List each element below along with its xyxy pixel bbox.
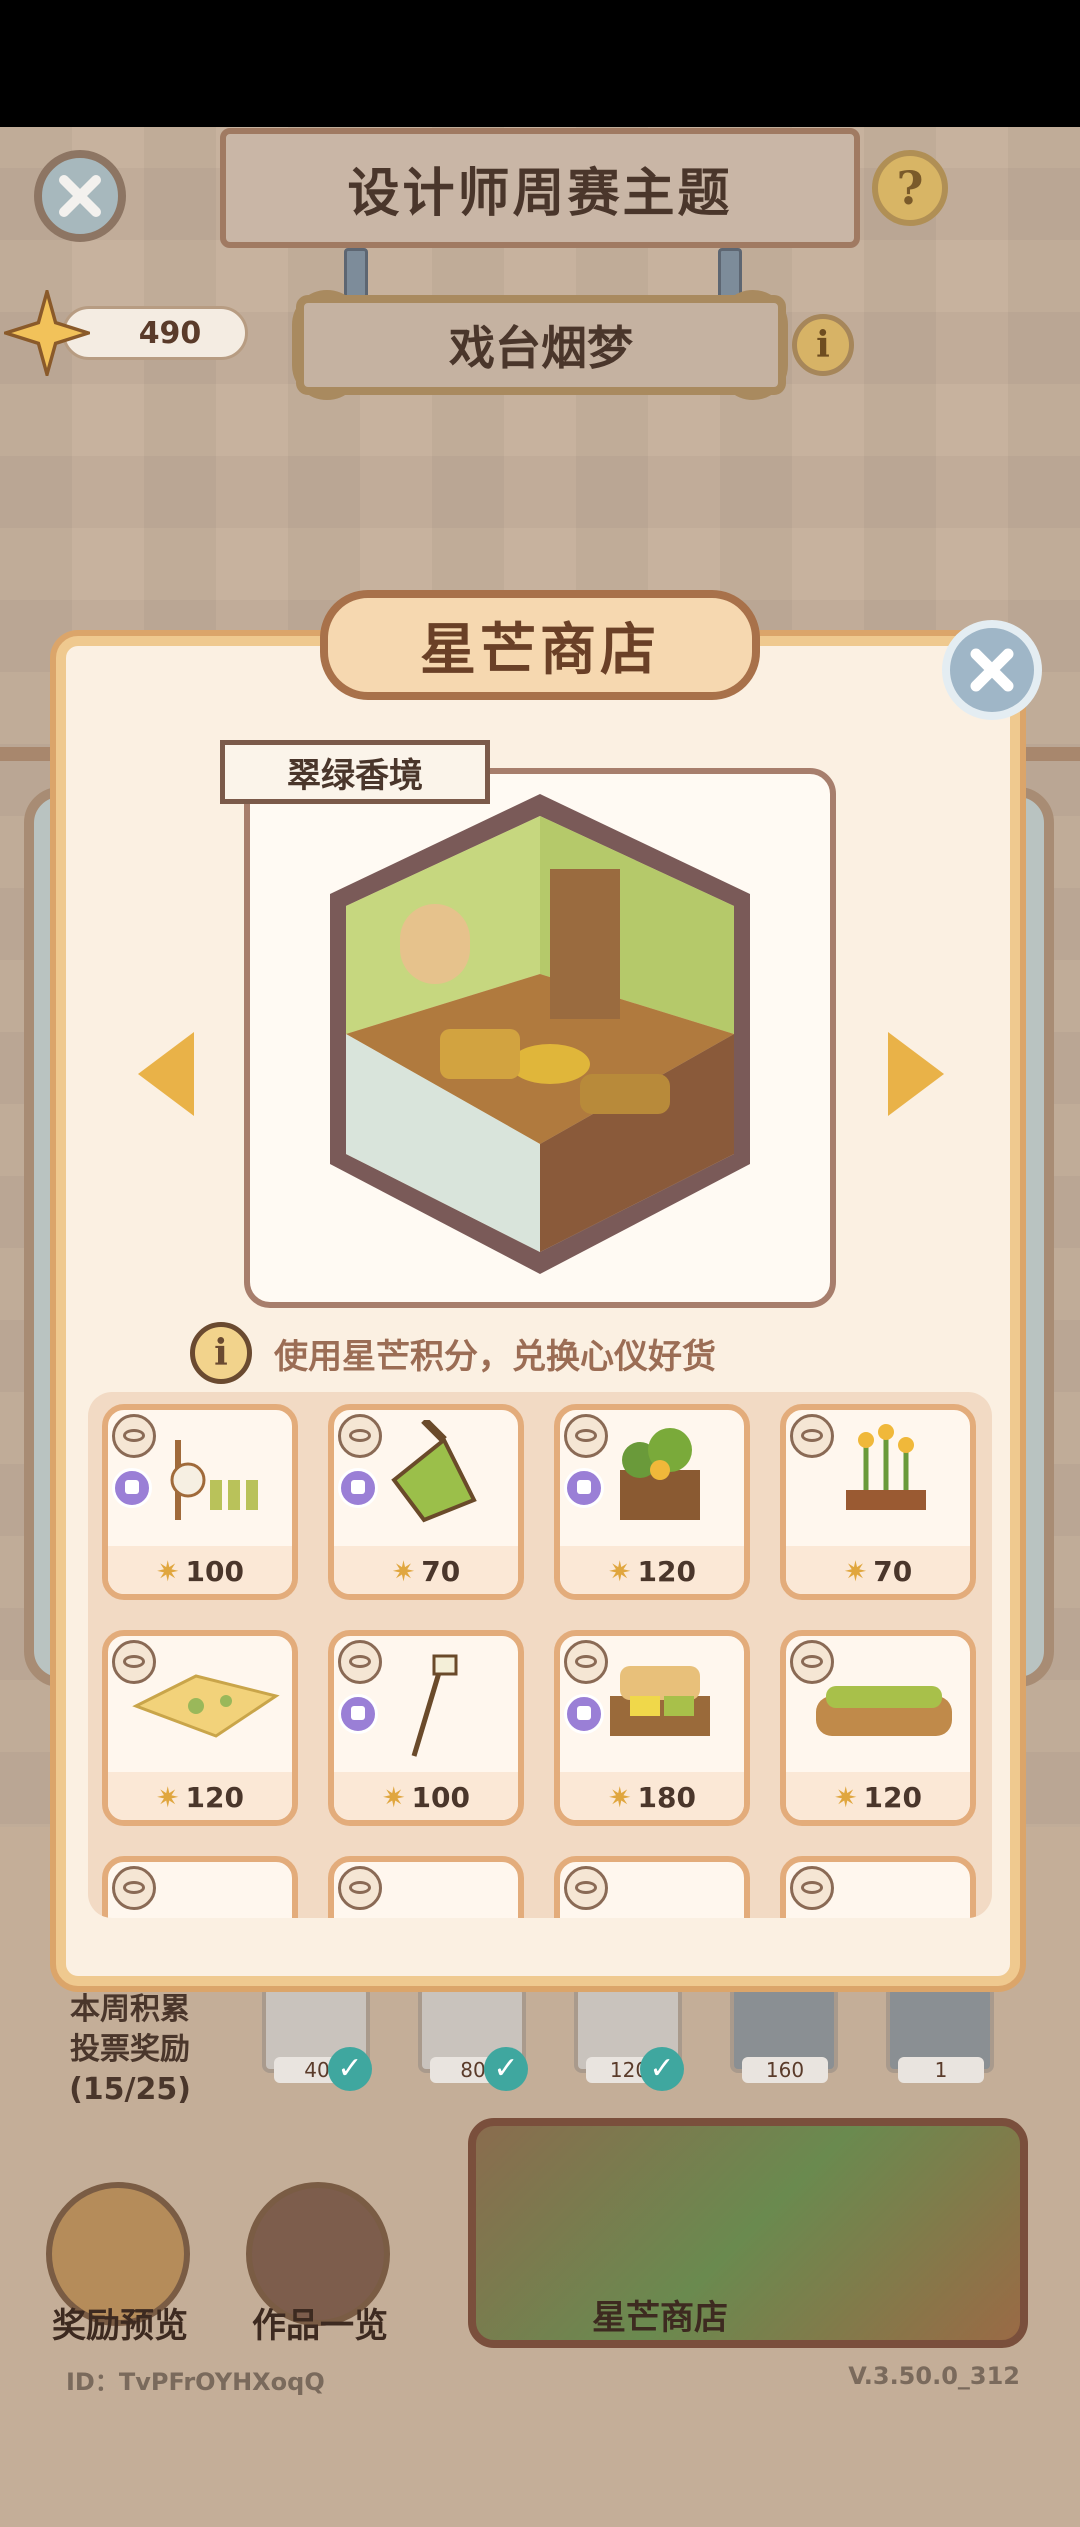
- milestone-reward[interactable]: 80 ✓: [418, 1985, 528, 2091]
- milestone-reward[interactable]: 120 ✓: [574, 1985, 684, 2091]
- hint-row: i 使用星芒积分，兑换心仪好货: [190, 1318, 716, 1388]
- milestone-reward[interactable]: 160: [730, 1985, 838, 2083]
- star-points-icon: [4, 290, 90, 376]
- price-value: 100: [185, 1555, 244, 1588]
- price-value: 70: [421, 1555, 461, 1588]
- works-list-label: 作品一览: [252, 2306, 388, 2346]
- price-value: 120: [637, 1555, 696, 1588]
- milestone-value: 160: [742, 2057, 828, 2083]
- price-value: 180: [637, 1781, 696, 1814]
- help-icon[interactable]: ?: [872, 150, 948, 226]
- page-title: 设计师周赛主题: [220, 128, 860, 248]
- item-image: [846, 1424, 926, 1510]
- shop-item[interactable]: ✷ 180: [554, 1630, 750, 1826]
- item-price: ✷ 120: [560, 1555, 744, 1588]
- eye-icon[interactable]: [790, 1866, 834, 1910]
- item-price: ✷ 100: [334, 1781, 518, 1814]
- item-image: [610, 1666, 710, 1736]
- item-grid[interactable]: ✷ 100 ✷ 70 ✷ 120 ✷ 70 ✷ 120 ✷ 100 ✷ 180 …: [88, 1392, 992, 1918]
- price-value: 70: [873, 1555, 913, 1588]
- room-preview: [244, 768, 836, 1308]
- shop-item[interactable]: ✷ 120: [554, 1404, 750, 1600]
- theme-info-icon[interactable]: i: [792, 314, 854, 376]
- check-icon: ✓: [328, 2047, 372, 2091]
- item-price: ✷ 120: [786, 1781, 970, 1814]
- shop-item[interactable]: ✷ 120: [102, 1630, 298, 1826]
- previous-arrow-icon[interactable]: [138, 1032, 194, 1116]
- modal-title: 星芒商店: [320, 590, 760, 700]
- close-icon[interactable]: [34, 150, 126, 242]
- item-price: ✷ 70: [334, 1555, 518, 1588]
- vote-reward-label: 本周积累 投票奖励 (15/25): [40, 1990, 220, 2110]
- shop-item[interactable]: ✷ 120: [780, 1630, 976, 1826]
- star-icon: ✷: [843, 1555, 868, 1588]
- eye-icon[interactable]: [564, 1866, 608, 1910]
- milestone-value: 1: [898, 2057, 984, 2083]
- vote-reward-line2: 投票奖励: [70, 2032, 190, 2067]
- item-image: [816, 1686, 952, 1736]
- price-value: 100: [411, 1781, 470, 1814]
- preview-room-name: 翠绿香境: [220, 740, 490, 804]
- tag-badge-icon: [112, 1468, 152, 1508]
- check-icon: ✓: [484, 2047, 528, 2091]
- item-price: ✷ 120: [108, 1781, 292, 1814]
- shop-item[interactable]: [102, 1856, 298, 1918]
- shop-item[interactable]: [328, 1856, 524, 1918]
- shop-item[interactable]: ✷ 70: [328, 1404, 524, 1600]
- tag-badge-icon: [338, 1694, 378, 1734]
- star-shop-banner-label: 星芒商店: [592, 2298, 728, 2338]
- info-icon[interactable]: i: [190, 1322, 252, 1384]
- tag-badge-icon: [338, 1468, 378, 1508]
- star-icon: ✷: [834, 1781, 858, 1814]
- hint-text: 使用星芒积分，兑换心仪好货: [274, 1336, 716, 1377]
- item-price: ✷ 180: [560, 1781, 744, 1814]
- modal-close-icon[interactable]: [942, 620, 1042, 720]
- price-value: 120: [185, 1781, 244, 1814]
- shop-item[interactable]: ✷ 100: [328, 1630, 524, 1826]
- shop-item[interactable]: [554, 1856, 750, 1918]
- star-icon: ✷: [382, 1781, 406, 1814]
- shop-item[interactable]: ✷ 70: [780, 1404, 976, 1600]
- shop-item[interactable]: [780, 1856, 976, 1918]
- price-value: 120: [863, 1781, 922, 1814]
- vote-reward-line1: 本周积累: [70, 1992, 190, 2027]
- milestone-reward[interactable]: 1: [886, 1985, 994, 2083]
- check-icon: ✓: [640, 2047, 684, 2091]
- tag-badge-icon: [564, 1468, 604, 1508]
- item-image: [132, 1674, 280, 1738]
- item-image: [391, 1420, 477, 1523]
- star-icon: ✷: [608, 1555, 632, 1588]
- room-preview-image: [330, 794, 750, 1274]
- reward-preview-label: 奖励预览: [52, 2306, 188, 2346]
- shop-item[interactable]: ✷ 100: [102, 1404, 298, 1600]
- item-price: ✷ 100: [108, 1555, 292, 1588]
- star-icon: ✷: [156, 1555, 180, 1588]
- theme-name: 戏台烟梦: [296, 295, 786, 395]
- vote-reward-progress: (15/25): [69, 2072, 191, 2107]
- star-icon: ✷: [156, 1781, 180, 1814]
- status-bar: [0, 0, 1080, 127]
- item-price: ✷ 70: [786, 1555, 970, 1588]
- eye-icon[interactable]: [112, 1866, 156, 1910]
- star-icon: ✷: [608, 1781, 632, 1814]
- milestone-reward[interactable]: 40 ✓: [262, 1985, 372, 2091]
- eye-icon[interactable]: [338, 1866, 382, 1910]
- star-icon: ✷: [391, 1555, 416, 1588]
- item-image: [170, 1440, 258, 1520]
- item-image: [620, 1428, 700, 1520]
- app-version: V.3.50.0_312: [848, 2362, 1020, 2390]
- item-image: [411, 1654, 458, 1757]
- player-id: ID：TvPFrOYHXoqQ: [66, 2368, 325, 2396]
- next-arrow-icon[interactable]: [888, 1032, 944, 1116]
